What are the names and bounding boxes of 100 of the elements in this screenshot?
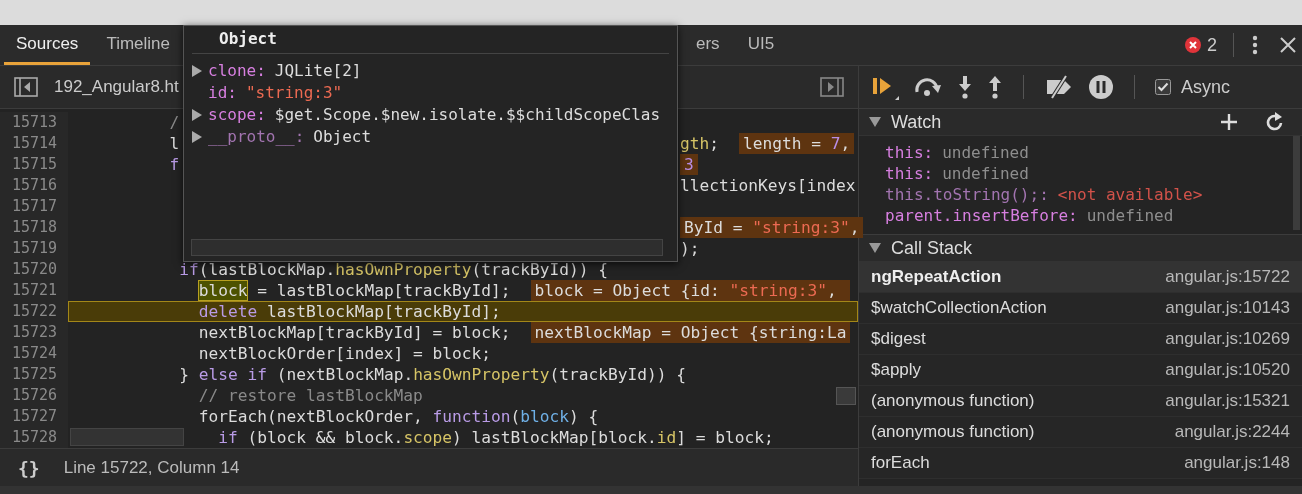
- property-value: JQLite[2]: [274, 61, 362, 80]
- panel-tab[interactable]: ers: [684, 25, 732, 65]
- section-title[interactable]: Call Stack: [891, 237, 973, 259]
- add-icon[interactable]: [1220, 113, 1238, 131]
- pretty-print-button[interactable]: {}: [14, 457, 44, 479]
- expand-triangle-icon[interactable]: [192, 130, 202, 143]
- popover-title: Object: [192, 26, 669, 54]
- watch-expression[interactable]: this.toString();:: [885, 184, 1049, 205]
- source-location[interactable]: angular.js:10520: [1165, 360, 1290, 380]
- function-name: $apply: [871, 360, 922, 380]
- code-text: gth;: [680, 133, 719, 154]
- code-text: );: [680, 238, 700, 259]
- line-number: 15724: [0, 343, 68, 364]
- line-number: 15714: [0, 133, 68, 154]
- code-text: /: [169, 112, 180, 133]
- code-text: l: [169, 133, 180, 154]
- code-text: nextBlockMap[trackById] = block;: [198, 322, 511, 343]
- scrollbar-thumb[interactable]: [1293, 136, 1300, 230]
- code-text: // restore lastBlockMap: [198, 385, 423, 406]
- function-name: $watchCollectionAction: [871, 298, 1047, 318]
- refresh-icon[interactable]: [1266, 112, 1284, 132]
- property-value: "string:3": [245, 83, 343, 102]
- code-text: } else if (nextBlockMap.hasOwnProperty(trackById)) {: [179, 364, 687, 385]
- line-number: 15715: [0, 154, 68, 175]
- expand-triangle-icon[interactable]: [192, 64, 202, 77]
- watch-value: <not available>: [1057, 184, 1203, 205]
- pause-icon[interactable]: [1088, 74, 1114, 100]
- step-out-icon[interactable]: [987, 75, 1003, 99]
- line-number: 15726: [0, 385, 68, 406]
- more-menu-icon[interactable]: [1252, 35, 1258, 55]
- inline-value: 3: [680, 154, 698, 175]
- expand-triangle-icon[interactable]: [192, 108, 202, 121]
- line-number: 15727: [0, 406, 68, 427]
- function-name: forEach: [871, 453, 930, 473]
- step-into-icon[interactable]: [957, 75, 973, 99]
- code-text: if (block && block.scope) lastBlockMap[block.id] = block;: [218, 427, 774, 448]
- checkbox[interactable]: [1155, 79, 1171, 95]
- source-location[interactable]: angular.js:148: [1184, 453, 1290, 473]
- line-number: 15713: [0, 112, 68, 133]
- deactivate-breakpoints-icon[interactable]: [1044, 75, 1074, 99]
- watch-expression[interactable]: this:: [885, 163, 934, 184]
- panel-tab[interactable]: Timeline: [94, 25, 182, 65]
- scrollbar-track[interactable]: [191, 239, 663, 256]
- line-number: 15720: [0, 259, 68, 280]
- inline-value: length = 7,: [739, 133, 855, 154]
- line-number: 15728: [0, 427, 68, 448]
- inline-value: block = Object {id: "string:3",: [530, 280, 851, 301]
- error-icon[interactable]: [1185, 37, 1201, 53]
- inline-value: nextBlockMap = Object {string:La: [530, 322, 851, 343]
- code-text: if(lastBlockMap.hasOwnProperty(trackById)) {: [179, 259, 609, 280]
- line-number: 15725: [0, 364, 68, 385]
- property-name[interactable]: id:: [208, 83, 237, 102]
- section-title[interactable]: Watch: [891, 111, 942, 133]
- function-name: $digest: [871, 329, 926, 349]
- expand-triangle-icon[interactable]: [869, 243, 881, 253]
- line-number: 15717: [0, 196, 68, 217]
- cursor-position: Line 15722, Column 14: [63, 458, 240, 478]
- property-value: Object: [313, 127, 372, 146]
- property-name[interactable]: __proto__:: [208, 127, 305, 146]
- line-number: 15719: [0, 238, 68, 259]
- code-text: f: [169, 154, 180, 175]
- code-text: llectionKeys[index: [680, 175, 856, 196]
- scrollbar-thumb[interactable]: [70, 428, 184, 446]
- file-tab[interactable]: 192_Angular8.ht: [54, 77, 179, 97]
- code-text: block = lastBlockMap[trackById];: [198, 280, 511, 301]
- watch-value: undefined: [1086, 205, 1174, 226]
- line-number: 15721: [0, 280, 68, 301]
- function-name: (anonymous function): [871, 391, 1035, 411]
- close-icon[interactable]: [1280, 37, 1296, 53]
- line-number: 15716: [0, 175, 68, 196]
- sidebar-toggle-icon[interactable]: [820, 77, 844, 97]
- watch-expression[interactable]: this:: [885, 142, 934, 163]
- property-value: $get.Scope.$new.isolate.$$childScopeClas: [274, 105, 661, 124]
- sidebar-toggle-icon[interactable]: [14, 77, 38, 97]
- function-name: ngRepeatAction: [871, 267, 1002, 287]
- expand-triangle-icon[interactable]: [869, 117, 881, 127]
- source-location[interactable]: angular.js:10143: [1165, 298, 1290, 318]
- property-name[interactable]: clone:: [208, 61, 266, 80]
- function-name: (anonymous function): [871, 422, 1035, 442]
- watch-value: undefined: [942, 163, 1029, 184]
- watch-value: undefined: [942, 142, 1029, 163]
- scrollbar-thumb[interactable]: [836, 387, 856, 405]
- step-over-icon[interactable]: [913, 76, 943, 98]
- code-text: delete lastBlockMap[trackById];: [198, 301, 501, 322]
- error-count: 2: [1207, 34, 1217, 56]
- source-location[interactable]: angular.js:15321: [1165, 391, 1290, 411]
- inline-value: ById = "string:3",: [680, 217, 864, 238]
- source-location[interactable]: angular.js:15722: [1165, 267, 1290, 287]
- panel-tab[interactable]: UI5: [735, 25, 787, 65]
- line-number: 15723: [0, 322, 68, 343]
- line-number: 15722: [0, 301, 68, 322]
- source-location[interactable]: angular.js:2244: [1174, 422, 1290, 442]
- code-text: forEach(nextBlockOrder, function(block) {: [198, 406, 599, 427]
- line-number: 15718: [0, 217, 68, 238]
- checkbox-label: Async: [1181, 76, 1231, 98]
- property-name[interactable]: scope:: [208, 105, 266, 124]
- code-text: nextBlockOrder[index] = block;: [198, 343, 492, 364]
- source-location[interactable]: angular.js:10269: [1165, 329, 1290, 349]
- call-frame[interactable]: ngRepeatAction angular.js:15722: [859, 262, 1302, 293]
- watch-expression[interactable]: parent.insertBefore:: [885, 205, 1078, 226]
